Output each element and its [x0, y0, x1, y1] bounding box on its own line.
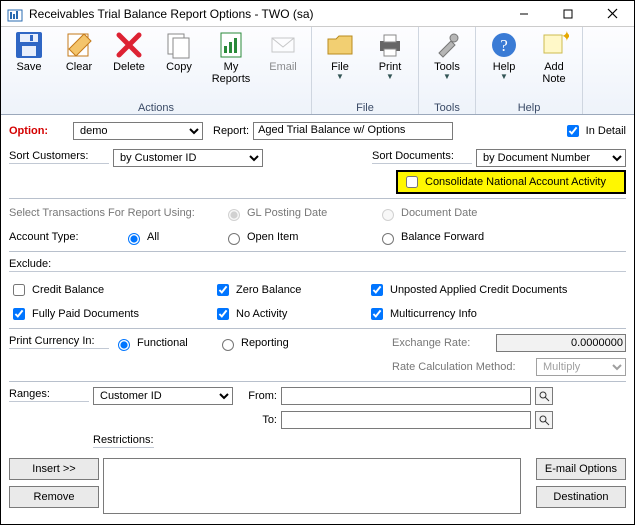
group-actions-label: Actions: [7, 100, 305, 114]
sort-documents-select[interactable]: by Document Number: [476, 149, 626, 167]
help-icon: ?: [488, 29, 520, 61]
lookup-from-button[interactable]: [535, 387, 553, 405]
tools-icon: [431, 29, 463, 61]
print-currency-label: Print Currency In:: [9, 335, 109, 349]
to-label: To:: [237, 414, 277, 426]
rate-method-select: Multiply: [536, 358, 626, 376]
form-body: Option: demo Report: Aged Trial Balance …: [1, 115, 634, 526]
printer-icon: [374, 29, 406, 61]
account-openitem-radio[interactable]: Open Item: [223, 230, 373, 245]
zero-balance-checkbox[interactable]: Zero Balance: [213, 281, 363, 299]
window-title: Receivables Trial Balance Report Options…: [29, 7, 314, 21]
print-button[interactable]: Print ▼: [368, 29, 412, 81]
report-value: Aged Trial Balance w/ Options: [253, 122, 453, 140]
destination-button[interactable]: Destination: [536, 486, 626, 508]
fully-paid-checkbox[interactable]: Fully Paid Documents: [9, 305, 209, 323]
group-tools-label: Tools: [425, 100, 469, 114]
lookup-to-button[interactable]: [535, 411, 553, 429]
titlebar: Receivables Trial Balance Report Options…: [1, 1, 634, 27]
from-label: From:: [237, 390, 277, 402]
svg-text:✦: ✦: [561, 30, 569, 44]
group-file-label: File: [318, 100, 412, 114]
reports-icon: [215, 29, 247, 61]
consolidate-checkbox[interactable]: Consolidate National Account Activity: [402, 173, 606, 191]
email-options-button[interactable]: E-mail Options: [536, 458, 626, 480]
group-help-label: Help: [482, 100, 576, 114]
report-label: Report:: [213, 125, 249, 137]
insert-button[interactable]: Insert >>: [9, 458, 99, 480]
app-icon: [7, 6, 23, 22]
account-all-radio[interactable]: All: [123, 230, 219, 245]
add-note-button[interactable]: ✦ Add Note: [532, 29, 576, 85]
multicurrency-checkbox[interactable]: Multicurrency Info: [367, 305, 477, 323]
clear-icon: [63, 29, 95, 61]
exchange-rate-field: [496, 334, 626, 352]
my-reports-button[interactable]: My Reports: [207, 29, 255, 85]
save-button[interactable]: Save: [7, 29, 51, 73]
folder-icon: [324, 29, 356, 61]
copy-button[interactable]: Copy: [157, 29, 201, 73]
save-icon: [13, 29, 45, 61]
from-field[interactable]: [281, 387, 531, 405]
no-activity-checkbox[interactable]: No Activity: [213, 305, 363, 323]
sort-customers-select[interactable]: by Customer ID: [113, 149, 263, 167]
ranges-label: Ranges:: [9, 388, 89, 402]
exclude-label: Exclude:: [9, 258, 626, 272]
clear-button[interactable]: Clear: [57, 29, 101, 73]
to-field[interactable]: [281, 411, 531, 429]
rate-method-label: Rate Calculation Method:: [392, 361, 532, 373]
account-balfwd-radio[interactable]: Balance Forward: [377, 230, 484, 245]
remove-button[interactable]: Remove: [9, 486, 99, 508]
ranges-select[interactable]: Customer ID: [93, 387, 233, 405]
chevron-down-icon: ▼: [443, 72, 451, 81]
option-label: Option:: [9, 125, 69, 137]
document-date-radio: Document Date: [377, 206, 477, 221]
exchange-rate-label: Exchange Rate:: [392, 337, 492, 349]
delete-icon: [113, 29, 145, 61]
maximize-button[interactable]: [546, 1, 590, 27]
restrictions-list[interactable]: [103, 458, 521, 514]
tools-button[interactable]: Tools ▼: [425, 29, 469, 81]
sort-documents-label: Sort Documents:: [372, 150, 472, 164]
file-button[interactable]: File ▼: [318, 29, 362, 81]
note-icon: ✦: [538, 29, 570, 61]
help-button[interactable]: ? Help ▼: [482, 29, 526, 81]
email-button: Email: [261, 29, 305, 73]
functional-radio[interactable]: Functional: [113, 336, 213, 351]
close-button[interactable]: [590, 1, 634, 27]
minimize-button[interactable]: [502, 1, 546, 27]
chevron-down-icon: ▼: [336, 72, 344, 81]
copy-icon: [163, 29, 195, 61]
account-type-label: Account Type:: [9, 231, 119, 243]
chevron-down-icon: ▼: [500, 72, 508, 81]
gl-posting-radio: GL Posting Date: [223, 206, 373, 221]
unposted-checkbox[interactable]: Unposted Applied Credit Documents: [367, 281, 567, 299]
svg-text:?: ?: [500, 36, 508, 55]
chevron-down-icon: ▼: [386, 72, 394, 81]
restrictions-label: Restrictions:: [93, 434, 154, 448]
email-icon: [267, 29, 299, 61]
ribbon: Save Clear Delete Copy My Reports Email: [1, 27, 634, 115]
option-select[interactable]: demo: [73, 122, 203, 140]
delete-button[interactable]: Delete: [107, 29, 151, 73]
reporting-radio[interactable]: Reporting: [217, 336, 317, 351]
in-detail-checkbox[interactable]: In Detail: [563, 122, 626, 140]
sort-customers-label: Sort Customers:: [9, 150, 109, 164]
credit-balance-checkbox[interactable]: Credit Balance: [9, 281, 209, 299]
select-trans-label: Select Transactions For Report Using:: [9, 207, 219, 219]
